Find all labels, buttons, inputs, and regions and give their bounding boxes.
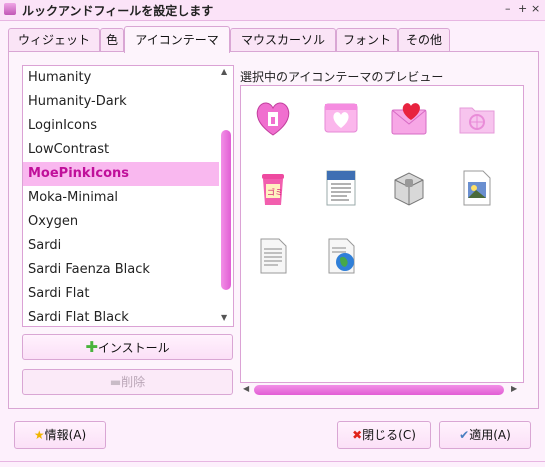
web-file-icon [321,236,361,276]
preview-scroll-thumb[interactable] [254,385,504,395]
bottom-border [0,461,545,462]
package-icon [389,168,429,208]
pink-mail-heart-icon [389,98,429,138]
list-item-selected[interactable]: MoePinkIcons [23,162,219,186]
delete-button[interactable]: ▬削除 [22,369,233,395]
icon-preview-area: ゴミ [240,85,524,383]
scroll-up-arrow-icon[interactable]: ▲ [221,67,227,76]
preview-scrollbar[interactable]: ◀ ▶ [240,383,522,397]
preview-label: 選択中のアイコンテーマのプレビュー [240,70,444,84]
star-icon: ★ [33,428,45,442]
window-title: ルックアンドフィールを設定します [22,4,214,18]
list-item[interactable]: Sardi [23,234,219,258]
close-x-icon: ✖ [352,428,363,442]
tab-mouse-cursor[interactable]: マウスカーソル [230,28,336,51]
scroll-down-arrow-icon[interactable]: ▼ [221,313,227,322]
list-item[interactable]: LoginIcons [23,114,219,138]
tab-icon-theme[interactable]: アイコンテーマ [124,26,230,53]
tab-font[interactable]: フォント [336,28,398,51]
app-icon [4,3,16,15]
tab-other[interactable]: その他 [398,28,450,51]
checkmark-icon: ✔ [459,428,470,442]
trash-can-icon: ゴミ [253,168,293,208]
list-item[interactable]: Sardi Flat Black [23,306,219,326]
pink-folder-icon [457,98,497,138]
close-button[interactable]: ✖閉じる(C) [337,421,431,449]
scroll-left-arrow-icon[interactable]: ◀ [243,384,249,393]
list-item[interactable]: LowContrast [23,138,219,162]
list-scrollbar[interactable]: ▲ ▼ [219,65,233,325]
list-item[interactable]: Sardi Faenza Black [23,258,219,282]
list-item[interactable]: Humanity-Dark [23,90,219,114]
minimize-button[interactable]: – [505,2,511,15]
title-bar: ルックアンドフィールを設定します – + × [0,0,545,21]
heart-home-icon [253,98,293,138]
apply-button[interactable]: ✔適用(A) [439,421,531,449]
theme-list[interactable]: Humanity Humanity-Dark LoginIcons LowCon… [22,65,234,327]
tab-widget[interactable]: ウィジェット [8,28,100,51]
list-scroll-thumb[interactable] [221,130,231,290]
list-item[interactable]: Sardi Flat [23,282,219,306]
plus-icon: ✚ [85,338,98,356]
maximize-button[interactable]: + [518,2,527,15]
install-button[interactable]: ✚インストール [22,334,233,360]
minus-icon: ▬ [109,375,122,389]
pink-window-icon [321,98,361,138]
document-icon [321,168,361,208]
list-item[interactable]: Oxygen [23,210,219,234]
image-file-icon [457,168,497,208]
close-window-button[interactable]: × [531,2,540,15]
svg-text:ゴミ: ゴミ [267,187,283,197]
list-item[interactable]: Moka-Minimal [23,186,219,210]
tab-color[interactable]: 色 [100,28,124,51]
list-item[interactable]: Humanity [23,66,219,90]
info-button[interactable]: ★情報(A) [14,421,106,449]
scroll-right-arrow-icon[interactable]: ▶ [511,384,517,393]
text-file-icon [253,236,293,276]
